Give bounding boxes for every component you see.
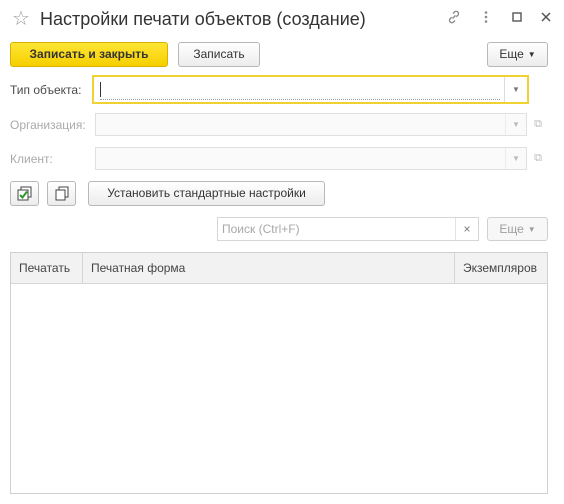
object-type-field[interactable]: ▼: [92, 75, 529, 104]
object-type-label: Тип объекта:: [10, 83, 82, 97]
client-field: ▼: [95, 147, 527, 170]
column-header-print-form[interactable]: Печатная форма: [82, 253, 454, 283]
close-icon[interactable]: [537, 9, 555, 27]
search-placeholder: Поиск (Ctrl+F): [222, 222, 300, 236]
text-cursor: [100, 82, 101, 97]
copy-button[interactable]: [47, 181, 76, 206]
more-button[interactable]: Еще ▼: [487, 42, 548, 67]
chevron-down-icon: ▼: [527, 50, 536, 59]
save-button[interactable]: Записать: [178, 42, 260, 67]
more-label: Еще: [499, 47, 524, 61]
open-icon: ⧉: [534, 152, 542, 164]
search-input[interactable]: Поиск (Ctrl+F) ×: [217, 217, 479, 241]
favorite-star-icon[interactable]: ☆: [12, 8, 30, 30]
print-settings-table[interactable]: Печатать Печатная форма Экземпляров: [10, 252, 548, 494]
check-all-icon: [17, 186, 31, 201]
window-title: Настройки печати объектов (создание): [40, 9, 366, 29]
table-more-label: Еще: [499, 222, 524, 236]
copy-icon: [55, 186, 68, 201]
dropdown-arrow-icon: ▼: [505, 114, 526, 135]
set-default-settings-button[interactable]: Установить стандартные настройки: [88, 181, 325, 206]
organization-label: Организация:: [10, 118, 86, 132]
open-icon: ⧉: [534, 118, 542, 130]
more-vert-icon[interactable]: [477, 9, 495, 27]
column-header-print[interactable]: Печатать: [11, 253, 82, 283]
table-header: Печатать Печатная форма Экземпляров: [11, 253, 547, 284]
dropdown-arrow-icon: ▼: [505, 148, 526, 169]
save-and-close-button[interactable]: Записать и закрыть: [10, 42, 168, 67]
table-more-button[interactable]: Еще ▼: [487, 217, 548, 241]
column-header-copies[interactable]: Экземпляров: [454, 253, 548, 283]
clear-icon[interactable]: ×: [455, 218, 478, 240]
maximize-icon[interactable]: [508, 9, 526, 27]
dropdown-arrow-icon[interactable]: ▼: [504, 77, 527, 102]
organization-field: ▼: [95, 113, 527, 136]
check-all-button[interactable]: [10, 181, 39, 206]
link-icon[interactable]: [445, 9, 463, 27]
field-underline: [100, 99, 500, 100]
client-label: Клиент:: [10, 152, 53, 166]
chevron-down-icon: ▼: [527, 225, 536, 234]
